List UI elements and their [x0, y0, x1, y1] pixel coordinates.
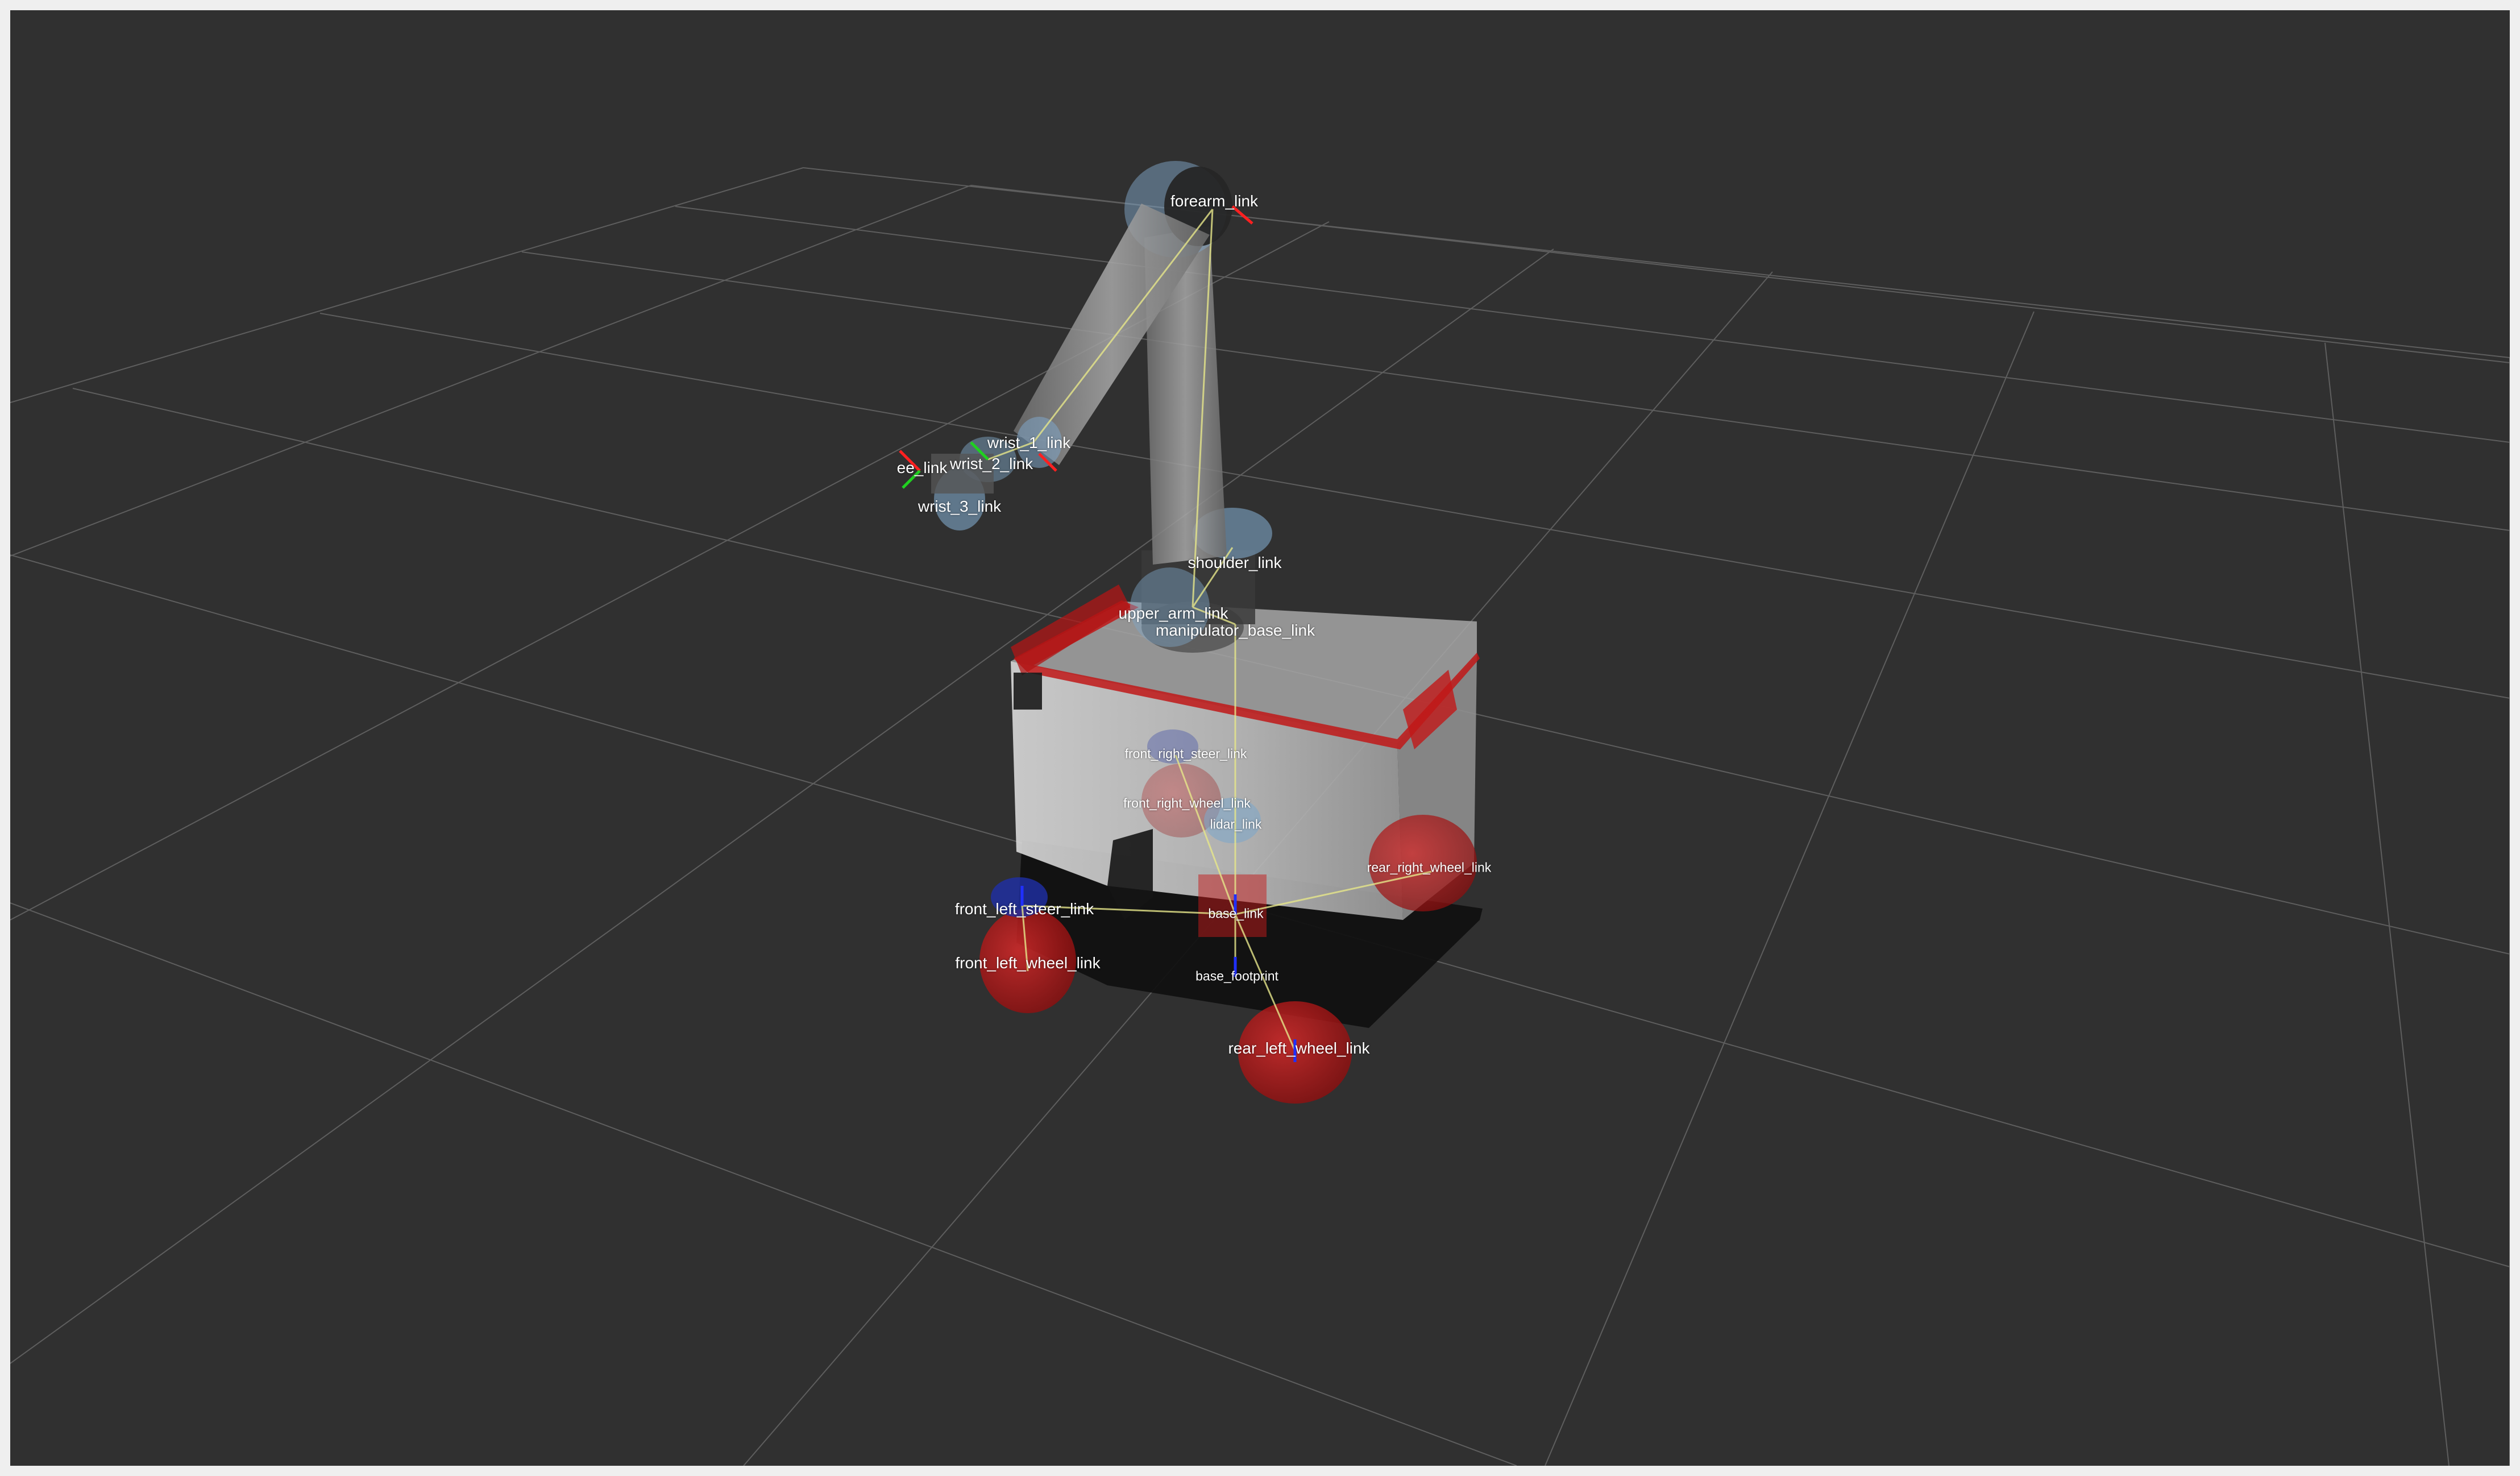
base-front-socket	[1014, 673, 1042, 710]
frame-label-rear-left-wheel-link: rear_left_wheel_link	[1228, 1039, 1370, 1057]
frame-label-shoulder-link: shoulder_link	[1188, 554, 1282, 571]
frame-label-wrist-1-link: wrist_1_link	[987, 434, 1071, 451]
frame-label-base-link: base_link	[1208, 906, 1264, 921]
frame-label-front-right-wheel-link: front_right_wheel_link	[1123, 795, 1251, 811]
manipulator-arm[interactable]	[931, 161, 1272, 653]
frame-label-forearm-link: forearm_link	[1170, 192, 1259, 210]
frame-label-front-right-steer-link: front_right_steer_link	[1124, 746, 1247, 761]
frame-label-upper-arm-link: upper_arm_link	[1118, 604, 1228, 622]
3d-viewport[interactable]: forearm_link wrist_1_link wrist_2_link e…	[10, 10, 2510, 1466]
frame-label-ee-link: ee_link	[896, 459, 948, 476]
frame-label-front-left-steer-link: front_left_steer_link	[954, 900, 1094, 918]
frame-label-base-footprint: base_footprint	[1195, 968, 1278, 984]
frame-label-wrist-2-link: wrist_2_link	[949, 455, 1033, 472]
frame-label-wrist-3-link: wrist_3_link	[918, 497, 1002, 515]
frame-label-front-left-wheel-link: front_left_wheel_link	[955, 954, 1101, 972]
scene-canvas[interactable]	[10, 10, 2510, 1466]
frame-label-rear-right-wheel-link: rear_right_wheel_link	[1367, 860, 1492, 875]
frame-label-manipulator-base-link: manipulator_base_link	[1155, 621, 1315, 639]
frame-label-lidar-link: lidar_link	[1210, 816, 1262, 832]
